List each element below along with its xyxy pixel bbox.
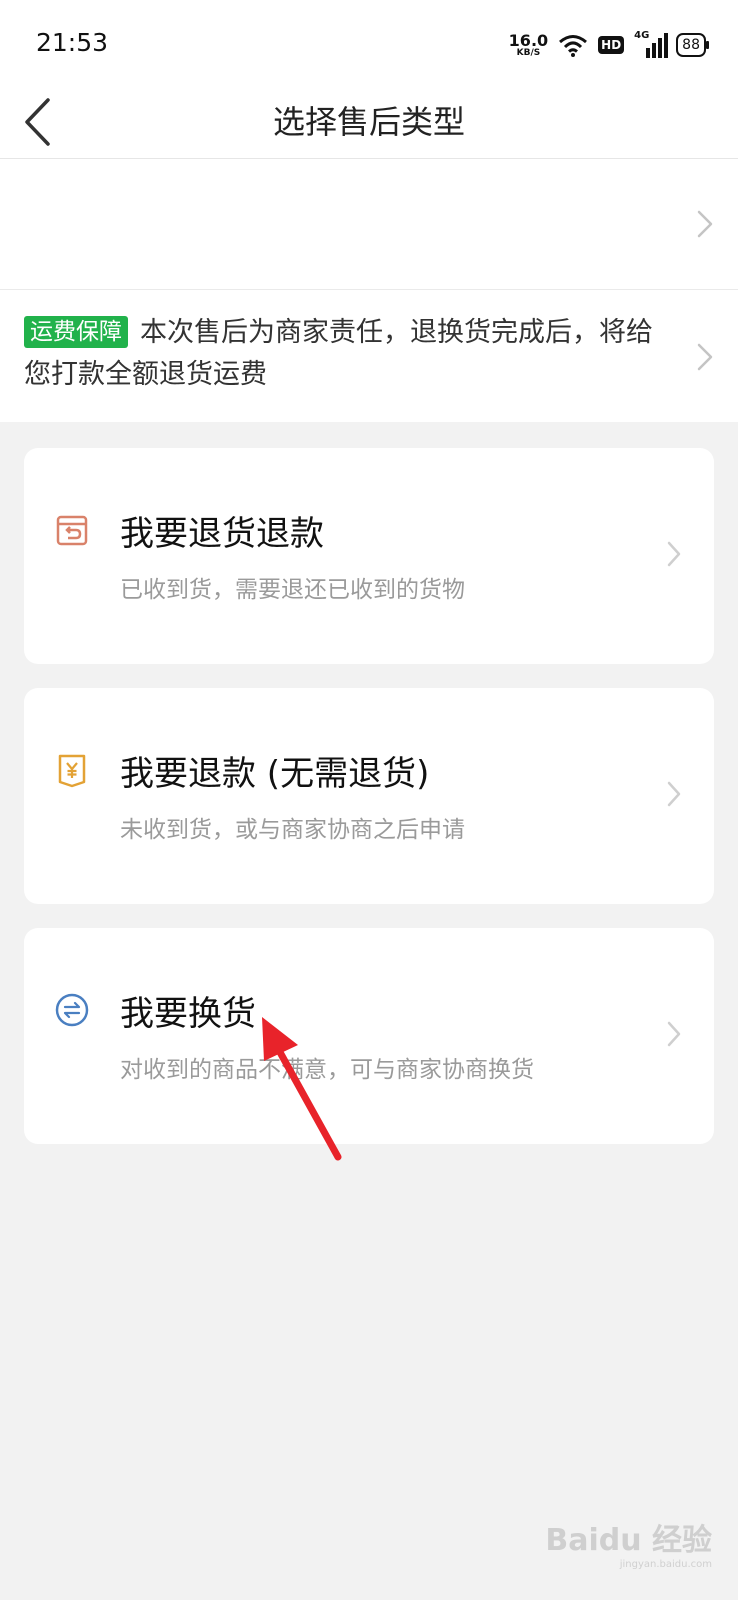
- status-time: 21:53: [36, 28, 109, 57]
- annotation-arrow-icon: [262, 1017, 342, 1161]
- freight-badge: 运费保障: [24, 316, 128, 348]
- battery-icon: 88: [676, 33, 709, 57]
- network-type: 4G: [634, 30, 650, 41]
- page-title: 选择售后类型: [272, 103, 465, 141]
- option-return-refund[interactable]: 我要退货退款 已收到货，需要退还已收到的货物: [24, 448, 714, 664]
- option-exchange[interactable]: 我要换货 对收到的商品不满意，可与商家协商换货: [24, 928, 714, 1144]
- chevron-right-icon: [697, 343, 713, 371]
- net-speed-unit: KB/S: [516, 47, 541, 58]
- option-title: 我要退款 (无需退货): [120, 754, 430, 794]
- freight-notice[interactable]: 运费保障 本次售后为商家责任，退换货完成后，将给您打款全额退货运费: [0, 290, 738, 422]
- exchange-icon: [55, 993, 89, 1027]
- chevron-right-icon: [667, 781, 681, 807]
- status-bar: 21:53 16.0 KB/S HD 4G 88: [0, 0, 738, 86]
- chevron-right-icon: [667, 1021, 681, 1047]
- yuan-refund-icon: [58, 754, 86, 788]
- baidu-watermark: Baidu 经验 jingyan.baidu.com: [545, 1515, 712, 1570]
- option-subtitle: 未收到货，或与商家协商之后申请: [120, 817, 465, 843]
- option-refund-only[interactable]: 我要退款 (无需退货) 未收到货，或与商家协商之后申请: [24, 688, 714, 904]
- net-speed: 16.0 KB/S: [508, 30, 549, 58]
- watermark-url: jingyan.baidu.com: [619, 1559, 712, 1570]
- option-title: 我要退货退款: [120, 514, 324, 554]
- chevron-right-icon: [667, 541, 681, 567]
- hd-badge: HD: [598, 36, 625, 54]
- status-icons: 16.0 KB/S HD 4G 88: [508, 28, 709, 62]
- wifi-icon: [559, 35, 588, 57]
- watermark-brand: Baidu 经验: [545, 1523, 712, 1558]
- nav-header: 选择售后类型: [0, 86, 738, 159]
- option-title: 我要换货: [120, 994, 256, 1034]
- notice-text: 运费保障 本次售后为商家责任，退换货完成后，将给您打款全额退货运费: [24, 312, 674, 396]
- chevron-right-icon: [697, 210, 713, 238]
- net-speed-value: 16.0: [508, 30, 549, 50]
- product-row[interactable]: [0, 159, 738, 290]
- back-button[interactable]: [22, 86, 82, 158]
- chevron-left-icon: [25, 98, 50, 146]
- return-box-icon: [56, 515, 88, 546]
- signal-icon: 4G: [634, 30, 669, 58]
- option-subtitle: 已收到货，需要退还已收到的货物: [120, 577, 465, 603]
